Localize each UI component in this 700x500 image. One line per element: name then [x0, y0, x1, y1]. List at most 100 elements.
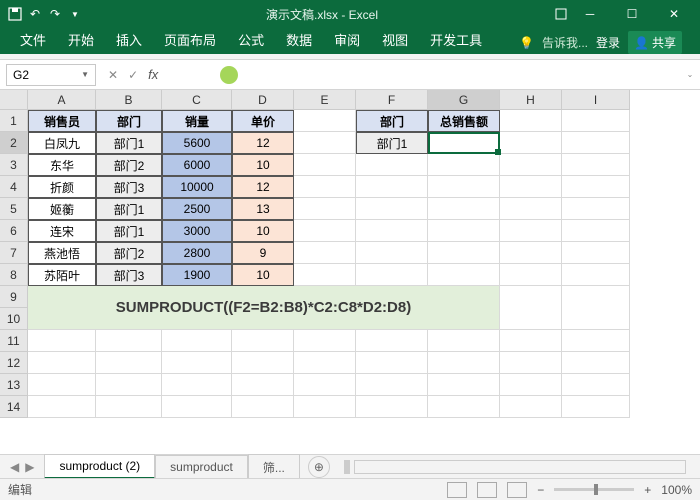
view-normal-button[interactable] [447, 482, 467, 498]
col-header-E[interactable]: E [294, 90, 356, 110]
cell-G3[interactable] [428, 154, 500, 176]
cell-F4[interactable] [356, 176, 428, 198]
cell-F5[interactable] [356, 198, 428, 220]
cell-H1[interactable] [500, 110, 562, 132]
row-header-7[interactable]: 7 [0, 242, 28, 264]
cell-I13[interactable] [562, 374, 630, 396]
row-header-10[interactable]: 10 [0, 308, 28, 330]
tab-layout[interactable]: 页面布局 [154, 25, 226, 54]
save-icon[interactable] [8, 7, 22, 21]
cancel-formula-icon[interactable]: ✕ [108, 68, 118, 82]
cell-B1[interactable]: 部门 [96, 110, 162, 132]
cell-G1[interactable]: 总销售额 [428, 110, 500, 132]
cell-D7[interactable]: 9 [232, 242, 294, 264]
tab-developer[interactable]: 开发工具 [420, 25, 492, 54]
tab-view[interactable]: 视图 [372, 25, 418, 54]
cell-A2[interactable]: 白凤九 [28, 132, 96, 154]
minimize-button[interactable]: ─ [570, 3, 610, 25]
cell-E8[interactable] [294, 264, 356, 286]
sheet-tab-1[interactable]: sumproduct [155, 455, 248, 478]
tell-me[interactable]: 告诉我... [542, 34, 588, 51]
cell-H11[interactable] [500, 330, 562, 352]
cell-F12[interactable] [356, 352, 428, 374]
cell-A7[interactable]: 燕池悟 [28, 242, 96, 264]
cell-C5[interactable]: 2500 [162, 198, 232, 220]
col-header-G[interactable]: G [428, 90, 500, 110]
cell-F2[interactable]: 部门1 [356, 132, 428, 154]
cell-D8[interactable]: 10 [232, 264, 294, 286]
close-button[interactable]: ✕ [654, 3, 694, 25]
cell-B8[interactable]: 部门3 [96, 264, 162, 286]
cell-E12[interactable] [294, 352, 356, 374]
cell-D5[interactable]: 13 [232, 198, 294, 220]
cell-H13[interactable] [500, 374, 562, 396]
view-layout-button[interactable] [477, 482, 497, 498]
view-break-button[interactable] [507, 482, 527, 498]
cell-I9[interactable] [562, 286, 630, 330]
row-header-11[interactable]: 11 [0, 330, 28, 352]
cell-D3[interactable]: 10 [232, 154, 294, 176]
sheet-nav-prev-icon[interactable]: ◀ [10, 460, 19, 474]
tab-home[interactable]: 开始 [58, 25, 104, 54]
cell-I12[interactable] [562, 352, 630, 374]
cell-H2[interactable] [500, 132, 562, 154]
cell-C12[interactable] [162, 352, 232, 374]
cell-E13[interactable] [294, 374, 356, 396]
cell-F1[interactable]: 部门 [356, 110, 428, 132]
cell-B14[interactable] [96, 396, 162, 418]
chevron-down-icon[interactable]: ▼ [81, 70, 89, 79]
ribbon-options-icon[interactable] [554, 7, 568, 21]
cell-I3[interactable] [562, 154, 630, 176]
cell-A6[interactable]: 连宋 [28, 220, 96, 242]
sheet-tab-2[interactable]: 筛... [248, 454, 300, 480]
cell-A12[interactable] [28, 352, 96, 374]
formula-banner[interactable]: SUMPRODUCT((F2=B2:B8)*C2:C8*D2:D8) [28, 286, 500, 330]
cell-B2[interactable]: 部门1 [96, 132, 162, 154]
cell-I11[interactable] [562, 330, 630, 352]
tab-review[interactable]: 审阅 [324, 25, 370, 54]
row-header-13[interactable]: 13 [0, 374, 28, 396]
sheet-tab-0[interactable]: sumproduct (2) [44, 454, 155, 479]
col-header-C[interactable]: C [162, 90, 232, 110]
zoom-in-icon[interactable]: + [644, 483, 651, 497]
cell-C6[interactable]: 3000 [162, 220, 232, 242]
qat-dropdown-icon[interactable]: ▼ [68, 7, 82, 21]
cell-F11[interactable] [356, 330, 428, 352]
col-header-I[interactable]: I [562, 90, 630, 110]
cell-E6[interactable] [294, 220, 356, 242]
cell-G8[interactable] [428, 264, 500, 286]
cell-D1[interactable]: 单价 [232, 110, 294, 132]
cell-C7[interactable]: 2800 [162, 242, 232, 264]
cell-E1[interactable] [294, 110, 356, 132]
zoom-slider[interactable] [554, 488, 634, 491]
cell-A8[interactable]: 苏陌叶 [28, 264, 96, 286]
cell-C3[interactable]: 6000 [162, 154, 232, 176]
share-button[interactable]: 👤共享 [628, 31, 682, 54]
row-header-14[interactable]: 14 [0, 396, 28, 418]
row-header-1[interactable]: 1 [0, 110, 28, 132]
cell-A4[interactable]: 折颜 [28, 176, 96, 198]
cell-F13[interactable] [356, 374, 428, 396]
zoom-out-icon[interactable]: − [537, 483, 544, 497]
row-header-8[interactable]: 8 [0, 264, 28, 286]
cell-E11[interactable] [294, 330, 356, 352]
name-box[interactable]: G2 ▼ [6, 64, 96, 86]
cell-F3[interactable] [356, 154, 428, 176]
cell-I6[interactable] [562, 220, 630, 242]
select-all-button[interactable] [0, 90, 28, 110]
row-header-4[interactable]: 4 [0, 176, 28, 198]
cell-H14[interactable] [500, 396, 562, 418]
zoom-level[interactable]: 100% [661, 483, 692, 497]
tab-formulas[interactable]: 公式 [228, 25, 274, 54]
cell-B5[interactable]: 部门1 [96, 198, 162, 220]
row-header-2[interactable]: 2 [0, 132, 28, 154]
cell-E7[interactable] [294, 242, 356, 264]
cell-B6[interactable]: 部门1 [96, 220, 162, 242]
redo-icon[interactable]: ↷ [48, 7, 62, 21]
cell-D12[interactable] [232, 352, 294, 374]
cell-E2[interactable] [294, 132, 356, 154]
row-header-12[interactable]: 12 [0, 352, 28, 374]
cell-G4[interactable] [428, 176, 500, 198]
cell-I2[interactable] [562, 132, 630, 154]
tab-file[interactable]: 文件 [10, 25, 56, 54]
